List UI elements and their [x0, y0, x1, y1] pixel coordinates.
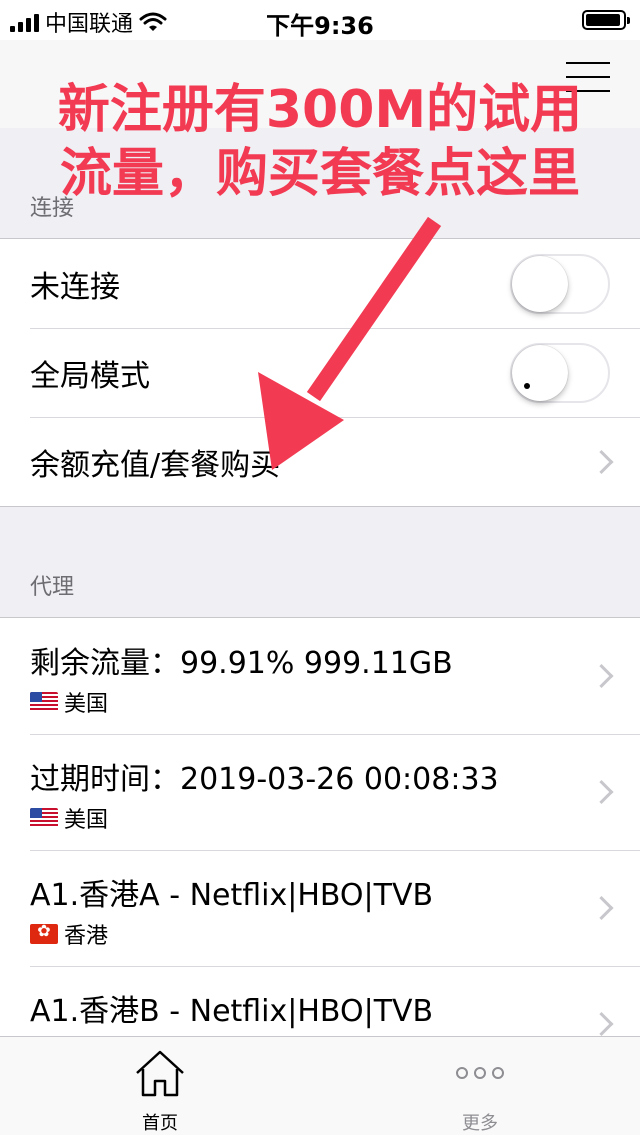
proxy-title: A1.香港B - Netflix|HBO|TVB: [30, 994, 434, 1029]
app-screen: 中国联通 下午9:36 连接 未连接 全局模式 余额充值/套餐购买 代理 剩余流…: [0, 0, 640, 1135]
section-header-proxy: 代理: [30, 575, 75, 600]
global-mode-toggle[interactable]: [510, 342, 610, 403]
more-icon: [456, 1067, 504, 1079]
tab-bar: 首页 更多: [0, 1036, 640, 1135]
hk-flag-icon: [30, 924, 58, 944]
tab-home-label: 首页: [142, 1113, 178, 1134]
connect-toggle[interactable]: [510, 253, 610, 314]
cursor-dot-icon: [524, 382, 530, 389]
proxy-group: 剩余流量：99.91% 999.11GB 美国 过期时间：2019-03-26 …: [0, 617, 640, 1083]
chevron-right-icon: [589, 449, 614, 474]
tab-more[interactable]: 更多: [320, 1037, 640, 1135]
proxy-region: 香港: [30, 918, 108, 950]
proxy-row[interactable]: 剩余流量：99.91% 999.11GB 美国: [0, 618, 640, 734]
tab-home[interactable]: 首页: [0, 1037, 320, 1135]
connection-group: 未连接 全局模式 余额充值/套餐购买: [0, 238, 640, 507]
proxy-row[interactable]: 过期时间：2019-03-26 00:08:33 美国: [0, 734, 640, 850]
proxy-region: 美国: [30, 686, 108, 718]
annotation-line-2: 流量，购买套餐点这里: [59, 144, 580, 204]
home-icon: [136, 1050, 184, 1097]
menu-icon: [566, 62, 610, 64]
recharge-purchase-label: 余额充值/套餐购买: [30, 447, 281, 483]
global-mode-cell: 全局模式: [0, 328, 640, 417]
annotation-text: 新注册有300M的试用 流量，购买套餐点这里: [0, 78, 640, 206]
proxy-region: 美国: [30, 802, 108, 834]
settings-table[interactable]: 连接 未连接 全局模式 余额充值/套餐购买 代理 剩余流量：99.91% 999…: [0, 128, 640, 1083]
connection-status-cell: 未连接: [0, 239, 640, 328]
connection-status-label: 未连接: [30, 269, 120, 305]
region-label: 香港: [64, 924, 109, 949]
status-bar: 中国联通 下午9:36: [0, 0, 640, 40]
chevron-right-icon: [589, 895, 614, 921]
proxy-title: A1.香港A - Netflix|HBO|TVB: [30, 878, 434, 913]
proxy-title: 过期时间：2019-03-26 00:08:33: [30, 762, 499, 797]
region-label: 美国: [64, 692, 109, 717]
status-time: 下午9:36: [266, 12, 374, 40]
toggle-knob: [512, 255, 568, 312]
global-mode-label: 全局模式: [30, 358, 150, 394]
proxy-title: 剩余流量：99.91% 999.11GB: [30, 646, 453, 681]
us-flag-icon: [30, 692, 58, 712]
tab-more-label: 更多: [462, 1113, 498, 1134]
region-label: 美国: [64, 808, 109, 833]
battery-icon: [582, 10, 630, 30]
toggle-knob: [512, 344, 568, 401]
annotation-line-1: 新注册有300M的试用: [57, 80, 583, 140]
chevron-right-icon: [589, 779, 614, 805]
chevron-right-icon: [589, 663, 614, 689]
chevron-right-icon: [589, 1011, 614, 1037]
recharge-purchase-cell[interactable]: 余额充值/套餐购买: [0, 417, 640, 506]
proxy-row[interactable]: A1.香港A - Netflix|HBO|TVB 香港: [0, 850, 640, 966]
us-flag-icon: [30, 808, 58, 828]
